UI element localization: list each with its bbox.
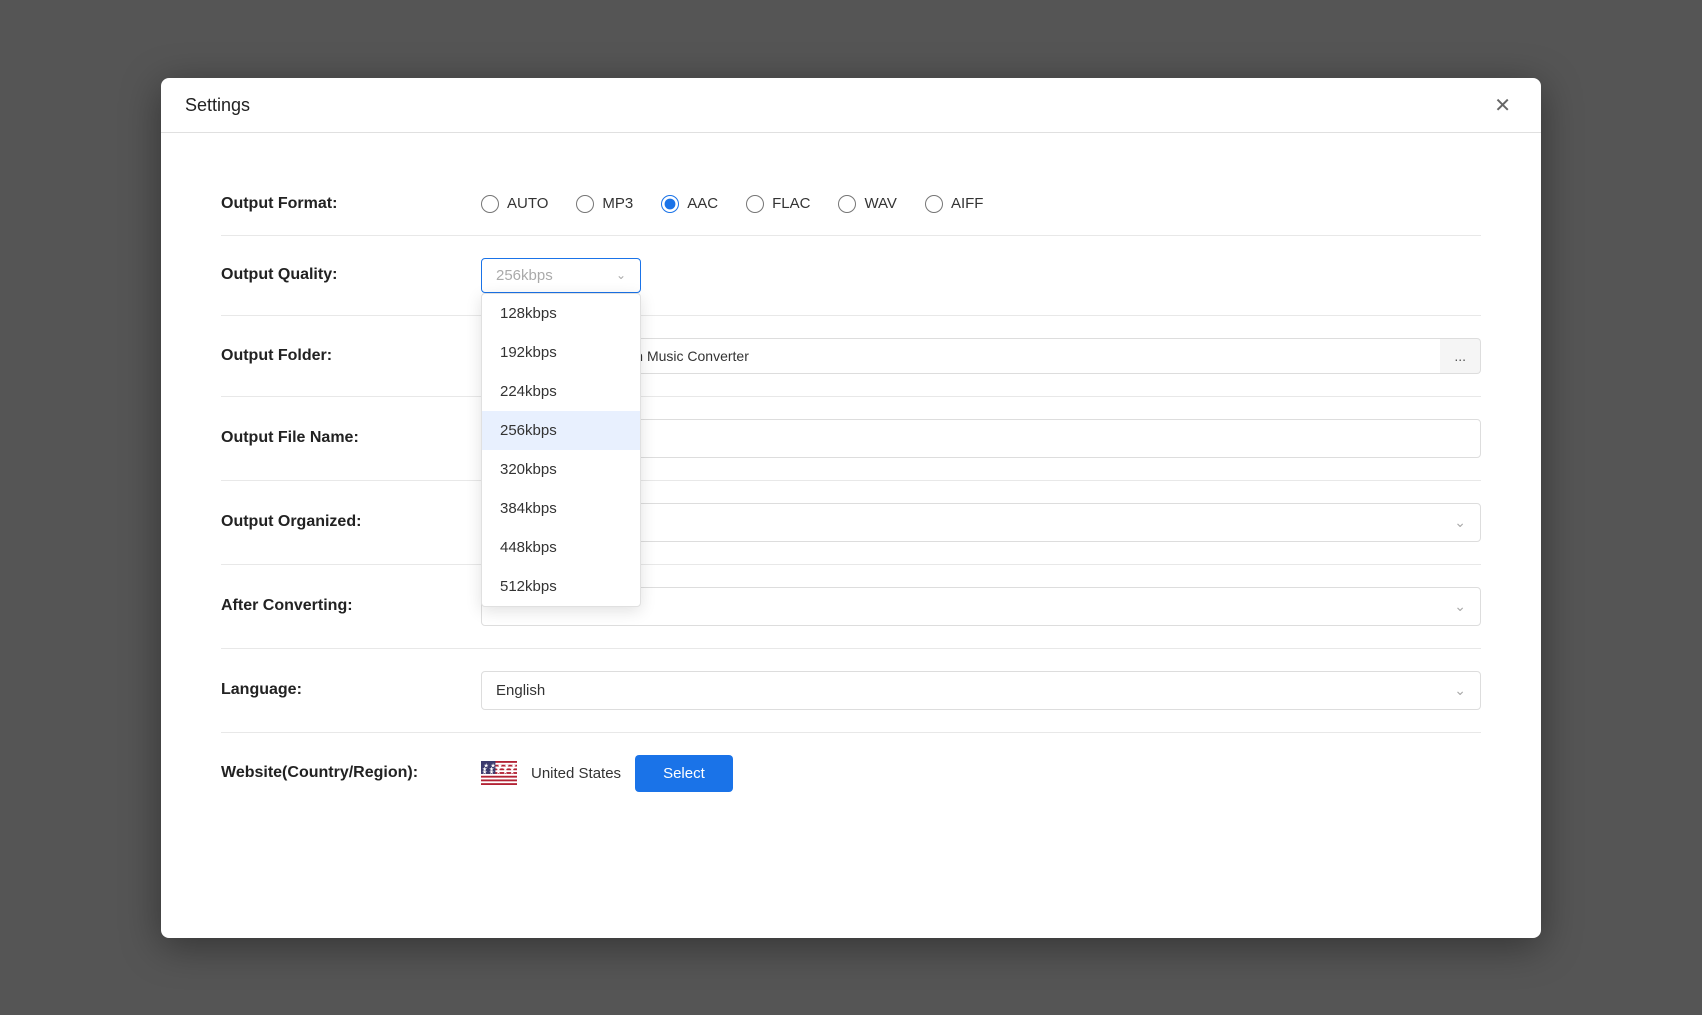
quality-option-320[interactable]: 320kbps: [482, 450, 640, 489]
format-aiff[interactable]: AIFF: [925, 195, 984, 213]
output-quality-value: 256kbps ⌄ 128kbps 192kbps 224kbps 256kbp…: [481, 258, 1481, 293]
quality-option-384[interactable]: 384kbps: [482, 489, 640, 528]
settings-window: Settings ✕ Output Format: AUTO MP3 AAC: [161, 78, 1541, 938]
output-quality-row: Output Quality: 256kbps ⌄ 128kbps 192kbp…: [221, 236, 1481, 316]
format-wav[interactable]: WAV: [838, 195, 897, 213]
website-label: Website(Country/Region):: [221, 764, 481, 782]
output-filename-label: Output File Name:: [221, 429, 481, 447]
folder-browse-button[interactable]: ...: [1440, 338, 1481, 374]
website-row: Website(Country/Region): ★★★★★★ ★★★★★ ★★…: [221, 733, 1481, 814]
title-bar: Settings ✕: [161, 78, 1541, 133]
language-label: Language:: [221, 681, 481, 699]
svg-text:★★★★★: ★★★★★: [484, 763, 518, 770]
quality-chevron-icon: ⌄: [616, 268, 626, 282]
output-folder-label: Output Folder:: [221, 347, 481, 365]
svg-text:★★★★★★: ★★★★★★: [482, 769, 517, 776]
window-title: Settings: [185, 95, 250, 116]
us-flag-icon: ★★★★★★ ★★★★★ ★★★★★★: [481, 761, 517, 785]
organized-chevron-icon: ⌄: [1454, 514, 1466, 531]
format-auto-label: AUTO: [507, 195, 548, 212]
website-value: ★★★★★★ ★★★★★ ★★★★★★ United States Select: [481, 755, 1481, 792]
language-chevron-icon: ⌄: [1454, 682, 1466, 699]
language-row: Language: English ⌄: [221, 649, 1481, 733]
format-mp3[interactable]: MP3: [576, 195, 633, 213]
quality-dropdown-wrapper: 256kbps ⌄ 128kbps 192kbps 224kbps 256kbp…: [481, 258, 641, 293]
format-aac-label: AAC: [687, 195, 718, 212]
after-converting-row: After Converting: ⌄: [221, 565, 1481, 649]
output-format-options: AUTO MP3 AAC FLAC WAV: [481, 195, 1481, 213]
output-folder-row: Output Folder: ...: [221, 316, 1481, 397]
language-value: English ⌄: [481, 671, 1481, 710]
language-selected: English: [496, 682, 545, 699]
language-dropdown[interactable]: English ⌄: [481, 671, 1481, 710]
quality-option-128[interactable]: 128kbps: [482, 294, 640, 333]
output-filename-row: Output File Name:: [221, 397, 1481, 481]
format-aiff-label: AIFF: [951, 195, 984, 212]
after-converting-label: After Converting:: [221, 597, 481, 615]
quality-option-256[interactable]: 256kbps: [482, 411, 640, 450]
after-converting-chevron-icon: ⌄: [1454, 598, 1466, 615]
output-format-label: Output Format:: [221, 195, 481, 213]
format-flac-label: FLAC: [772, 195, 810, 212]
format-aac[interactable]: AAC: [661, 195, 718, 213]
output-format-row: Output Format: AUTO MP3 AAC FLAC: [221, 173, 1481, 236]
quality-dropdown-button[interactable]: 256kbps ⌄: [481, 258, 641, 293]
format-flac[interactable]: FLAC: [746, 195, 810, 213]
quality-option-192[interactable]: 192kbps: [482, 333, 640, 372]
quality-selected-value: 256kbps: [496, 267, 553, 284]
close-button[interactable]: ✕: [1488, 94, 1517, 118]
quality-option-448[interactable]: 448kbps: [482, 528, 640, 567]
output-organized-label: Output Organized:: [221, 513, 481, 531]
output-quality-label: Output Quality:: [221, 266, 481, 284]
format-auto[interactable]: AUTO: [481, 195, 548, 213]
quality-option-224[interactable]: 224kbps: [482, 372, 640, 411]
quality-option-512[interactable]: 512kbps: [482, 567, 640, 606]
select-country-button[interactable]: Select: [635, 755, 733, 792]
output-organized-row: Output Organized: ⌄: [221, 481, 1481, 565]
format-wav-label: WAV: [864, 195, 897, 212]
country-name: United States: [531, 765, 621, 782]
quality-dropdown-menu: 128kbps 192kbps 224kbps 256kbps 320kbps …: [481, 293, 641, 607]
format-mp3-label: MP3: [602, 195, 633, 212]
settings-content: Output Format: AUTO MP3 AAC FLAC: [161, 133, 1541, 854]
